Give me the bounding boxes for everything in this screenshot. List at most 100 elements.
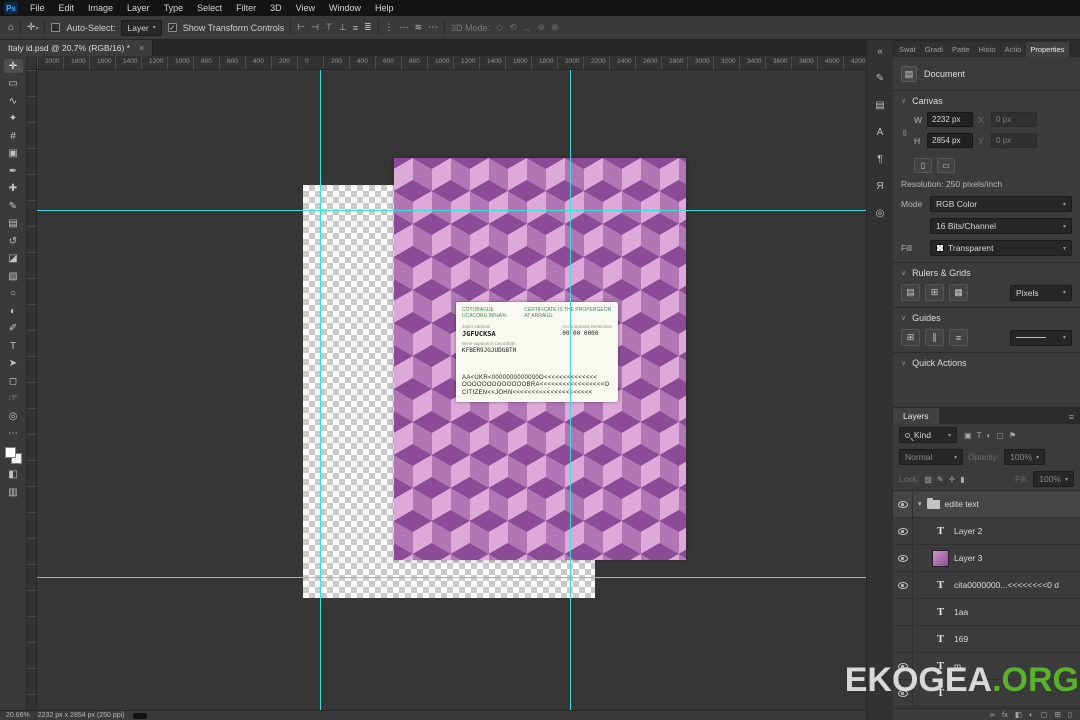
pen-tool[interactable]: ✐ [4,322,23,336]
crop-tool[interactable]: # [4,129,23,143]
color-mode-dropdown[interactable]: RGB Color ▾ [930,196,1072,212]
rulers-grids-section-header[interactable]: ∨ Rulers & Grids [901,268,1072,278]
eraser-tool[interactable]: ◪ [4,252,23,266]
screen-mode-icon[interactable]: ▥ [4,485,23,499]
distribute-0-icon[interactable]: ⋮ [385,22,394,33]
clone-stamp-tool[interactable]: ▤ [4,217,23,231]
path-selection-tool[interactable]: ➤ [4,357,23,371]
link-layers-icon[interactable]: ∞ [990,710,995,719]
tab-swat[interactable]: Swat [895,42,920,57]
filter-pixel-layers-icon[interactable]: ▣ [964,431,972,440]
guide-horizontal[interactable] [37,577,866,578]
eyedropper-tool[interactable]: ✒ [4,164,23,178]
gradient-tool[interactable]: ▧ [4,269,23,283]
lock-transparency-icon[interactable]: ▨ [924,475,932,484]
distribute-2-icon[interactable]: ≋ [415,22,423,33]
layer-row[interactable]: T 169 [893,625,1080,653]
horizontal-ruler[interactable]: 2000 1800 1600 1400 1200 1000 800 600 400 200 0 200… [37,56,866,70]
canvas-y-input[interactable]: 0 px [991,133,1037,148]
layer-row[interactable]: Tcita0000000...<<<<<<<<0 d [893,571,1080,599]
visibility-toggle[interactable] [893,598,913,626]
group-layers-icon[interactable]: ▢ [1040,710,1047,719]
canvas-width-input[interactable]: 2232 px [927,112,973,127]
auto-select-checkbox[interactable] [51,23,61,32]
brush-tool[interactable]: ✎ [4,199,23,213]
toggle-grid-icon[interactable]: ⊞ [925,284,944,301]
guides-section-header[interactable]: ∨ Guides [901,313,1072,323]
visibility-toggle[interactable] [893,571,913,599]
menu-layer[interactable]: Layer [120,0,157,16]
shape-tool[interactable]: ◻ [4,374,23,388]
edit-toolbar-icon[interactable]: ⋯ [4,427,23,441]
filter-adjustment-layers-icon[interactable]: ◐ [986,431,991,440]
paragraph-panel-icon[interactable]: ¶ [871,152,889,167]
layer-row[interactable]: ▾ edite text [893,491,1080,518]
tab-actio[interactable]: Actio [1000,42,1026,57]
canvas-area[interactable]: COTOBAGUE UCACORU 96%A% CERTIFICATE IS T… [37,70,866,710]
panel-menu-icon[interactable]: ≡ [1069,412,1074,424]
lock-position-icon[interactable]: ✛ [949,475,956,484]
menu-file[interactable]: File [23,0,52,16]
align-4-icon[interactable]: ≡ [353,23,358,33]
distribute-1-icon[interactable]: ⋯ [400,22,409,33]
brush-settings-icon[interactable]: ✎ [871,71,889,86]
new-layer-icon[interactable]: ⊞ [1055,710,1061,719]
history-brush-tool[interactable]: ↺ [4,234,23,248]
delete-layer-icon[interactable]: ▯ [1068,710,1072,719]
canvas-height-input[interactable]: 2854 px [927,133,973,148]
rectangular-marquee-tool[interactable]: ▭ [4,77,23,91]
canvas-x-input[interactable]: 0 px [991,112,1037,127]
align-3-icon[interactable]: ⊥ [339,22,347,33]
landscape-orientation-button[interactable]: ▭ [937,158,955,173]
glyphs-panel-icon[interactable]: Я [871,179,889,194]
align-2-icon[interactable]: ⊤ [325,22,333,33]
vertical-ruler[interactable] [27,70,37,710]
frame-tool[interactable]: ▣ [4,147,23,161]
filter-type-layers-icon[interactable]: T [977,431,982,440]
color-swatches[interactable] [4,447,22,464]
link-dimensions-icon[interactable]: ∞ [893,129,926,137]
menu-3d[interactable]: 3D [263,0,289,16]
tab-histo[interactable]: Histo [974,42,1000,57]
opacity-dropdown[interactable]: 100% ▾ [1004,449,1045,465]
lock-pixels-icon[interactable]: ✎ [937,475,944,484]
guide-horizontal[interactable] [37,210,866,211]
libraries-panel-icon[interactable]: ◎ [871,206,889,221]
align-5-icon[interactable]: ≣ [364,22,372,33]
menu-filter[interactable]: Filter [229,0,263,16]
toggle-snap-icon[interactable]: ▦ [949,284,968,301]
clear-guides-icon[interactable]: ≡ [949,329,968,346]
purple-cube-pattern-image[interactable]: COTOBAGUE UCACORU 96%A% CERTIFICATE IS T… [394,158,686,560]
guide-vertical[interactable] [320,70,321,710]
layer-row[interactable]: T Layer 2 [893,517,1080,545]
character-panel-icon[interactable]: A [871,125,889,140]
menu-view[interactable]: View [289,0,322,16]
type-tool[interactable]: T [4,339,23,353]
tab-gradi[interactable]: Gradi [920,42,948,57]
move-tool[interactable]: ✛ [3,59,23,73]
layer-mask-icon[interactable]: ◧ [1015,710,1022,719]
tab-layers[interactable]: Layers [893,408,939,424]
units-dropdown[interactable]: Pixels ▾ [1010,284,1072,301]
align-1-icon[interactable]: ⊣ [311,22,319,33]
visibility-toggle[interactable] [893,517,913,545]
filter-kind-dropdown[interactable]: Kind ▾ [899,427,957,443]
menu-select[interactable]: Select [190,0,229,16]
3d-mode-1-icon[interactable]: ⟲ [509,22,517,33]
move-tool-preset-icon[interactable]: ✛▾ [27,22,38,33]
visibility-toggle[interactable] [893,491,913,518]
adjustment-layer-icon[interactable]: ◐ [1029,710,1034,719]
lasso-tool[interactable]: ∿ [4,94,23,108]
hand-tool[interactable]: ☞ [4,392,23,406]
toggle-guides-icon[interactable]: ⊞ [901,329,920,346]
layer-row[interactable]: T 1aa [893,598,1080,626]
blur-tool[interactable]: ○ [4,287,23,301]
blend-mode-dropdown[interactable]: Normal ▾ [899,449,963,465]
healing-brush-tool[interactable]: ✚ [4,182,23,196]
menu-edit[interactable]: Edit [52,0,82,16]
visibility-toggle[interactable] [893,544,913,572]
foreground-color-swatch[interactable] [4,447,16,458]
layer-row[interactable]: Layer 3 [893,544,1080,572]
expand-caret-icon[interactable]: ▾ [918,500,922,508]
layer-effects-icon[interactable]: fx [1002,710,1008,719]
